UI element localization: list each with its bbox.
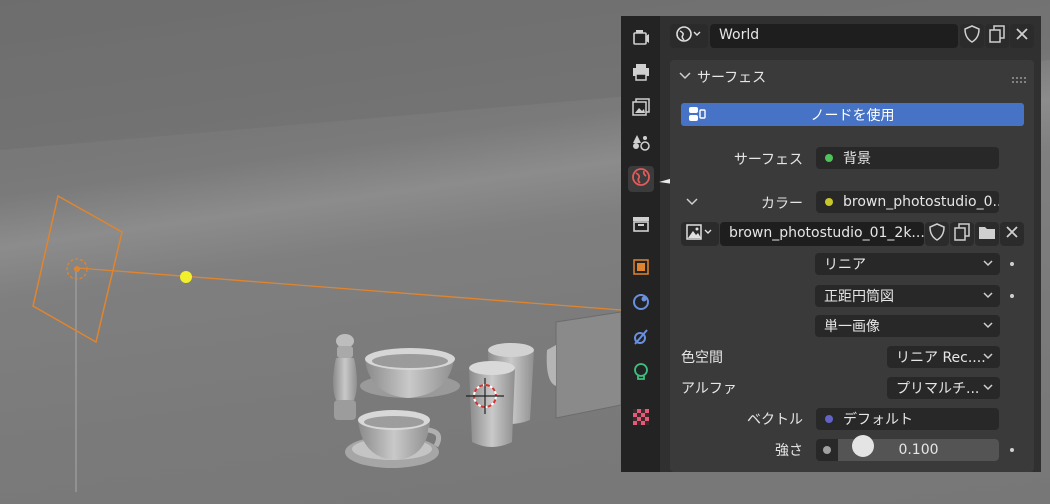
surface-shader-field[interactable]: 背景: [816, 147, 999, 169]
alpha-dropdown[interactable]: プリマルチ...: [887, 377, 1000, 399]
physics-tab[interactable]: [628, 361, 654, 387]
world-name: World: [719, 27, 760, 43]
alpha-value: プリマルチ...: [896, 381, 980, 397]
surface-value: 背景: [843, 151, 871, 167]
collection-tab[interactable]: [628, 213, 654, 239]
cup-saucer: [345, 410, 442, 468]
modifier-tab[interactable]: [628, 291, 654, 317]
vector-socket-dot: [825, 415, 833, 423]
image-open-button[interactable]: [975, 222, 999, 246]
image-unlink-button[interactable]: [1000, 222, 1024, 246]
fake-user-button[interactable]: [960, 24, 984, 48]
shader-socket-dot: [825, 154, 833, 162]
physics-icon: [631, 362, 651, 386]
unlink-world-button[interactable]: [1010, 24, 1034, 48]
copy-icon: [953, 223, 971, 245]
particles-icon: [631, 327, 651, 351]
bowl: [360, 348, 460, 398]
world-name-field[interactable]: World: [710, 24, 958, 48]
chevron-down-icon: [982, 257, 994, 273]
particles-tab[interactable]: [628, 326, 654, 352]
close-icon: [1005, 225, 1019, 243]
world-browse-button[interactable]: [670, 24, 708, 48]
projection-dropdown[interactable]: 正距円筒図: [815, 285, 1000, 307]
scene-tab[interactable]: [628, 131, 654, 157]
strength-label: 強さ: [775, 443, 803, 459]
chevron-down-icon: [982, 319, 994, 335]
collapse-chevron-icon[interactable]: [678, 70, 692, 86]
image-duplicate-button[interactable]: [950, 222, 974, 246]
scene-icon: [631, 132, 651, 156]
folder-icon: [978, 224, 996, 244]
duplicate-world-button[interactable]: [985, 24, 1009, 48]
light-direction-line: [77, 267, 622, 311]
image-source-dropdown[interactable]: 単一画像: [815, 315, 1000, 337]
color-input-field[interactable]: brown_photostudio_0...: [816, 191, 999, 213]
color-socket-dot: [825, 198, 833, 206]
image-fake-user-button[interactable]: [925, 222, 949, 246]
image-browse-icon: [685, 223, 715, 245]
use-nodes-label: ノードを使用: [810, 108, 895, 124]
backdrop-card: [555, 311, 622, 419]
vector-label: ベクトル: [747, 412, 803, 428]
modifier-icon: [631, 292, 651, 316]
image-name: brown_photostudio_01_2k...: [729, 225, 925, 241]
vector-value: デフォルト: [843, 412, 913, 428]
shield-icon: [929, 223, 945, 245]
colorspace-dropdown[interactable]: リニア Rec....: [887, 346, 1000, 368]
world-browse-icon: [675, 25, 703, 47]
output-printer-icon: [631, 62, 651, 86]
keyframe-dot[interactable]: [1010, 262, 1014, 266]
close-icon: [1015, 27, 1029, 45]
properties-tab-column: [621, 16, 660, 472]
texture-tab[interactable]: [628, 406, 654, 432]
properties-editor: World サーフェス ノードを使用 サーフェス 背景 カラー brown_ph…: [621, 16, 1041, 472]
colorspace-value: リニア Rec....: [896, 350, 986, 366]
keyframe-dot[interactable]: [1010, 294, 1014, 298]
world-tab[interactable]: [628, 166, 654, 192]
chevron-down-icon: [982, 289, 994, 305]
color-value: brown_photostudio_0...: [843, 194, 999, 210]
drag-handle-icon[interactable]: [1011, 72, 1027, 88]
interpolation-dropdown[interactable]: リニア: [815, 253, 1000, 275]
use-nodes-button[interactable]: ノードを使用: [681, 103, 1024, 126]
interpolation-value: リニア: [824, 257, 866, 273]
mouse-cursor-bubble: [852, 435, 874, 457]
chevron-down-icon: [982, 350, 994, 366]
vector-input-field[interactable]: デフォルト: [816, 408, 999, 430]
float-socket-dot: [823, 446, 831, 454]
image-browse-button[interactable]: [681, 222, 719, 246]
light-target-handle[interactable]: [180, 271, 192, 283]
world-icon: [631, 167, 651, 191]
source-value: 単一画像: [824, 319, 880, 335]
pepper-mill: [333, 334, 357, 420]
surface-label: サーフェス: [733, 152, 803, 168]
object-icon: [631, 257, 651, 281]
color-label: カラー: [761, 196, 803, 212]
surface-panel-title[interactable]: サーフェス: [697, 67, 766, 87]
render-tab[interactable]: [628, 26, 654, 52]
strength-field[interactable]: 0.100: [816, 439, 999, 461]
view-layer-tab[interactable]: [628, 96, 654, 122]
collection-icon: [631, 214, 651, 238]
glasses: [469, 343, 556, 447]
colorspace-label: 色空間: [681, 350, 723, 366]
keyframe-dot[interactable]: [1010, 448, 1014, 452]
projection-value: 正距円筒図: [824, 289, 894, 305]
texture-checker-icon: [631, 407, 651, 431]
render-camera-icon: [631, 27, 651, 51]
shield-icon: [964, 25, 980, 47]
image-name-field[interactable]: brown_photostudio_01_2k...: [720, 222, 925, 246]
expand-chevron-icon[interactable]: [685, 196, 699, 212]
copy-icon: [988, 25, 1006, 47]
chevron-down-icon: [982, 381, 994, 397]
output-tab[interactable]: [628, 61, 654, 87]
object-tab[interactable]: [628, 256, 654, 282]
view-layer-icon: [631, 97, 651, 121]
alpha-label: アルファ: [681, 381, 737, 397]
